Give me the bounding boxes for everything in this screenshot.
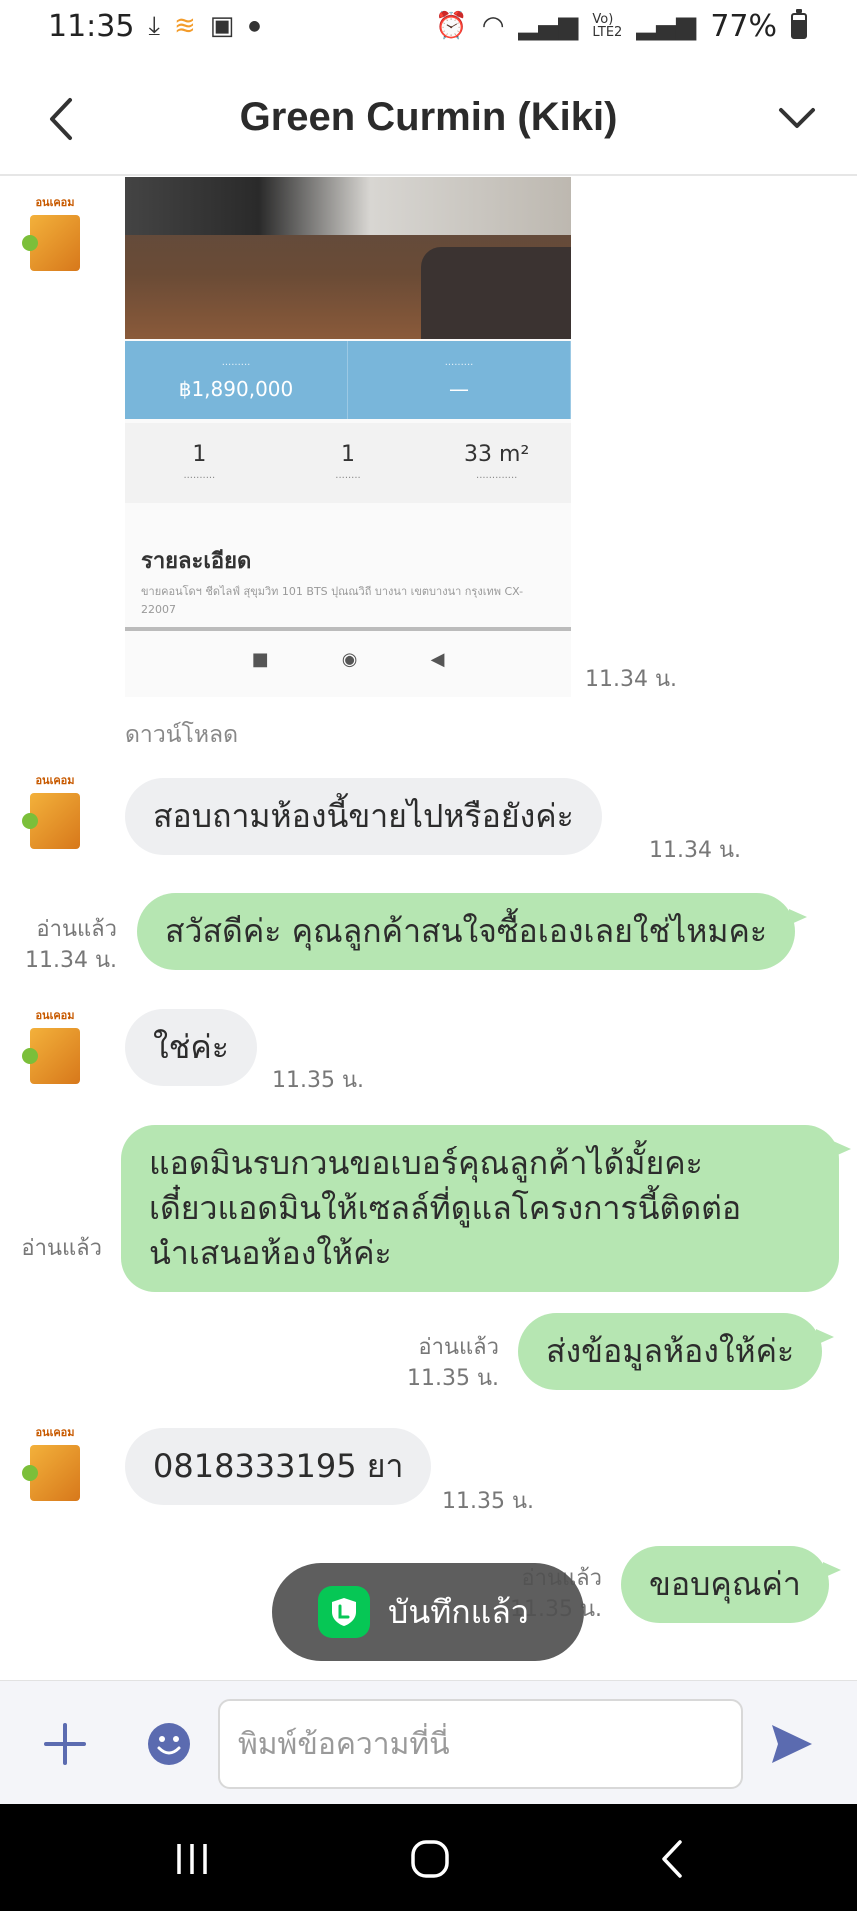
download-icon: ⤓ xyxy=(148,10,160,41)
divider xyxy=(125,627,571,631)
battery-icon xyxy=(791,9,807,39)
timestamp: 11.34 น. xyxy=(585,667,678,692)
recent-apps-icon: ■ xyxy=(251,648,269,670)
line-app-icon xyxy=(318,1586,370,1638)
signal-icon: ▂▄▆ xyxy=(518,11,579,41)
avatar-brand: อนเคอม xyxy=(35,1010,75,1022)
stat-caption: ············· xyxy=(476,473,518,484)
outgoing-message[interactable]: ขอบคุณค่า xyxy=(621,1546,841,1623)
send-icon[interactable] xyxy=(768,1721,816,1767)
back-icon[interactable] xyxy=(648,1834,698,1884)
chevron-down-icon[interactable] xyxy=(775,96,819,140)
read-label: อ่านแล้ว xyxy=(21,1236,102,1261)
price-band: ········· ฿1,890,000 ········· — xyxy=(125,341,571,419)
price-cell-secondary: ········· — xyxy=(348,341,571,419)
back-icon[interactable] xyxy=(42,94,82,144)
read-receipt: อ่านแล้ว xyxy=(21,1233,102,1264)
room-stats: 1 ·········· 1 ········ 33 m² ··········… xyxy=(125,423,571,503)
incoming-message[interactable]: 0818333195 ยา xyxy=(125,1428,432,1505)
details-text: ขายคอนโดฯ ชีดไลฟ์ สุขุมวิท 101 BTS ปุณณว… xyxy=(141,585,524,616)
status-left: 11:35 ⤓ ≋ ▣ ● xyxy=(48,9,261,44)
avatar-badge xyxy=(22,1048,38,1064)
read-receipt: อ่านแล้ว 11.35 น. xyxy=(407,1332,499,1394)
home-icon[interactable] xyxy=(405,1834,455,1884)
home-icon: ◉ xyxy=(341,648,358,670)
incoming-message[interactable]: สอบถามห้องนี้ขายไปหรือยังค่ะ xyxy=(125,778,602,855)
screenshot-nav: ■ ◉ ◀ xyxy=(125,639,571,679)
price-value-secondary: — xyxy=(449,376,469,401)
details-section: รายละเอียด ขายคอนโดฯ ชีดไลฟ์ สุขุมวิท 10… xyxy=(125,503,571,697)
avatar-badge xyxy=(22,813,38,829)
stat-value: 33 m² xyxy=(464,442,530,467)
read-label: อ่านแล้ว xyxy=(418,1335,499,1360)
recent-apps-icon[interactable] xyxy=(167,1834,217,1884)
avatar[interactable]: อนเคอม xyxy=(22,1006,88,1090)
volte-icon: Vo) LTE2 xyxy=(592,12,623,40)
read-receipt: อ่านแล้ว 11.34 น. xyxy=(25,914,117,976)
stat-value: 1 xyxy=(341,442,355,467)
plus-icon[interactable] xyxy=(42,1721,88,1767)
avatar[interactable]: อนเคอม xyxy=(22,771,88,855)
status-time: 11:35 xyxy=(48,8,135,44)
outgoing-message[interactable]: แอดมินรบกวนขอเบอร์คุณลูกค้าได้มั้ยคะ เดี… xyxy=(121,1125,851,1292)
message-input[interactable] xyxy=(218,1699,743,1789)
details-heading: รายละเอียด xyxy=(141,549,252,574)
stat-value: 1 xyxy=(192,442,207,467)
alarm-icon: ⏰ xyxy=(435,11,468,41)
message-line: เดี๋ยวแอดมินให้เซลล์ที่ดูแลโครงการนี้ติด… xyxy=(149,1189,742,1227)
incoming-message[interactable]: ใช่ค่ะ xyxy=(125,1009,257,1086)
chat-area[interactable]: อนเคอม ········· ฿1,890,000 ········· — … xyxy=(0,177,857,1680)
gallery-icon: ▣ xyxy=(209,11,235,41)
price-cell: ········· ฿1,890,000 xyxy=(125,341,348,419)
chat-header: Green Curmin (Kiki) xyxy=(0,60,857,176)
timestamp: 11.35 น. xyxy=(272,1068,365,1093)
emoji-icon[interactable] xyxy=(146,1721,192,1767)
outgoing-message[interactable]: ส่งข้อมูลห้องให้ค่ะ xyxy=(518,1313,835,1390)
timestamp: 11.34 น. xyxy=(24,948,117,973)
line-shield-icon xyxy=(332,1598,356,1626)
price-value: ฿1,890,000 xyxy=(178,376,294,401)
stat-area: 33 m² ············· xyxy=(422,423,571,503)
avatar-brand: อนเคอม xyxy=(35,775,75,787)
room-photo xyxy=(125,177,571,339)
status-right: ⏰ ◠ ▂▄▆ Vo) LTE2 ▂▄▆ 77% xyxy=(435,9,807,44)
avatar-brand: อนเคอม xyxy=(35,197,75,209)
avatar[interactable]: อนเคอม xyxy=(22,193,88,277)
message-input-bar xyxy=(0,1680,857,1804)
stat-caption: ·········· xyxy=(183,473,216,484)
download-link[interactable]: ดาวน์โหลด xyxy=(125,717,238,753)
timestamp: 11.34 น. xyxy=(649,838,742,863)
saved-toast: บันทึกแล้ว xyxy=(272,1563,584,1661)
message-line: นำเสนอห้องให้ค่ะ xyxy=(149,1234,392,1272)
avatar-badge xyxy=(22,1465,38,1481)
room-photo-wall xyxy=(125,177,571,235)
room-photo-sofa xyxy=(421,247,571,339)
stat-caption: ········ xyxy=(335,473,361,484)
system-nav-bar xyxy=(0,1804,857,1911)
dot-icon: ● xyxy=(248,18,261,34)
avatar[interactable]: อนเคอม xyxy=(22,1423,88,1507)
wifi-icon: ◠ xyxy=(481,11,505,41)
chat-title: Green Curmin (Kiki) xyxy=(239,94,618,139)
battery-percent: 77% xyxy=(710,8,777,44)
timestamp: 11.35 น. xyxy=(442,1489,535,1514)
price-label: ········· xyxy=(221,359,251,371)
stat-bathrooms: 1 ········ xyxy=(274,423,423,503)
avatar-badge xyxy=(22,235,38,251)
timestamp: 11.35 น. xyxy=(406,1366,499,1391)
stat-bedrooms: 1 ·········· xyxy=(125,423,274,503)
status-bar: 11:35 ⤓ ≋ ▣ ● ⏰ ◠ ▂▄▆ Vo) LTE2 ▂▄▆ 77% xyxy=(0,0,857,52)
price-label-secondary: ········· xyxy=(444,359,474,371)
message-line: แอดมินรบกวนขอเบอร์คุณลูกค้าได้มั้ยคะ xyxy=(149,1144,703,1182)
shared-image-card[interactable]: ········· ฿1,890,000 ········· — 1 ·····… xyxy=(125,177,571,697)
toast-label: บันทึกแล้ว xyxy=(388,1592,529,1631)
avatar-brand: อนเคอม xyxy=(35,1427,75,1439)
app-icon: ≋ xyxy=(173,11,196,41)
read-label: อ่านแล้ว xyxy=(36,917,117,942)
back-triangle-icon: ◀ xyxy=(430,648,445,670)
outgoing-message[interactable]: สวัสดีค่ะ คุณลูกค้าสนใจซื้อเองเลยใช่ไหมค… xyxy=(137,893,808,970)
signal-icon: ▂▄▆ xyxy=(636,11,697,41)
